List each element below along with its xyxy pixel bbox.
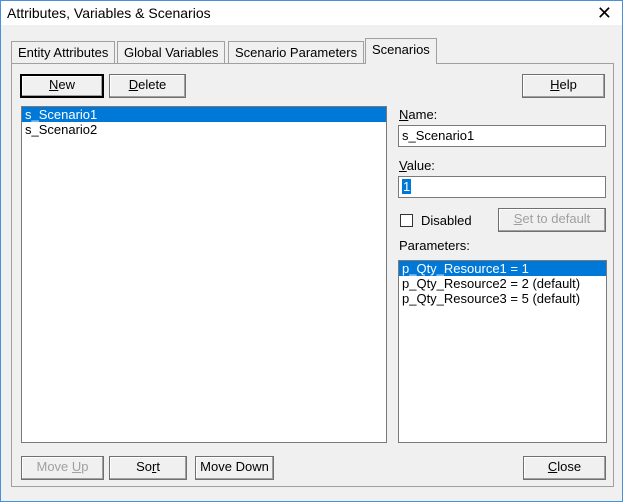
close-icon[interactable]: ✕ [597, 3, 612, 23]
list-item[interactable]: s_Scenario1 [22, 107, 386, 122]
window-title: Attributes, Variables & Scenarios [7, 5, 211, 21]
move-up-button[interactable]: Move Up [21, 456, 104, 480]
scenario-list[interactable]: s_Scenario1 s_Scenario2 [21, 106, 387, 443]
new-button[interactable]: New [20, 74, 104, 98]
tab-global-variables[interactable]: Global Variables [117, 41, 226, 63]
value-label: Value: [399, 158, 435, 173]
title-bar: Attributes, Variables & Scenarios ✕ [1, 1, 622, 25]
value-field[interactable]: 1 [398, 176, 606, 198]
sort-button[interactable]: Sort [109, 456, 187, 480]
parameters-label: Parameters: [399, 238, 470, 253]
disabled-label: Disabled [421, 213, 472, 228]
list-item[interactable]: p_Qty_Resource3 = 5 (default) [399, 291, 606, 306]
parameters-list[interactable]: p_Qty_Resource1 = 1 p_Qty_Resource2 = 2 … [398, 260, 607, 443]
value-text: 1 [402, 179, 412, 194]
close-button[interactable]: Close [523, 456, 606, 480]
delete-button[interactable]: Delete [109, 74, 186, 98]
move-down-button[interactable]: Move Down [195, 456, 274, 480]
list-item[interactable]: s_Scenario2 [22, 122, 386, 137]
tab-scenario-parameters[interactable]: Scenario Parameters [228, 41, 365, 63]
disabled-checkbox[interactable] [400, 214, 413, 227]
dialog-window: Attributes, Variables & Scenarios ✕ Enti… [0, 0, 623, 502]
list-item[interactable]: p_Qty_Resource1 = 1 [399, 261, 606, 276]
tab-entity-attributes[interactable]: Entity Attributes [11, 41, 116, 63]
name-label: Name: [399, 107, 438, 122]
list-item[interactable]: p_Qty_Resource2 = 2 (default) [399, 276, 606, 291]
tab-scenarios[interactable]: Scenarios [365, 38, 437, 64]
name-field[interactable]: s_Scenario1 [398, 125, 606, 147]
help-button[interactable]: Help [522, 74, 605, 98]
set-to-default-button[interactable]: Set to default [498, 208, 606, 232]
